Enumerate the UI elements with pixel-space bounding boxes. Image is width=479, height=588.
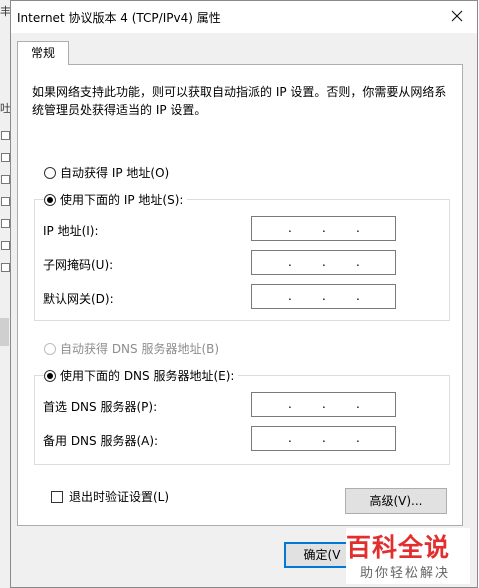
tcpip-properties-dialog: Internet 协议版本 4 (TCP/IPv4) 属性 常规 如果网络支持此… [10, 0, 478, 588]
dns-manual-option[interactable]: 使用下面的 DNS 服务器地址(E): [44, 367, 239, 384]
title-bar: Internet 协议版本 4 (TCP/IPv4) 属性 [11, 1, 477, 33]
ip-address-input[interactable]: . . . [251, 216, 396, 241]
ip-separator: . [356, 221, 360, 235]
ip-separator: . [356, 431, 360, 445]
ip-separator: . [288, 289, 292, 303]
background-checkbox [1, 219, 10, 228]
ip-separator: . [356, 255, 360, 269]
subnet-mask-input[interactable]: . . . [251, 250, 396, 275]
ip-separator: . [322, 397, 326, 411]
ip-auto-option[interactable]: 自动获得 IP 地址(O) [44, 164, 169, 181]
ip-separator: . [288, 221, 292, 235]
ip-separator: . [322, 221, 326, 235]
background-checkbox [1, 175, 10, 184]
ip-auto-radio[interactable] [44, 166, 56, 179]
dns-auto-option[interactable]: 自动获得 DNS 服务器地址(B) [44, 340, 219, 357]
ip-separator: . [322, 255, 326, 269]
dns-auto-radio[interactable] [44, 342, 56, 355]
preferred-dns-label: 首选 DNS 服务器(P): [43, 400, 158, 414]
description-text: 如果网络支持此功能，则可以获取自动指派的 IP 设置。否则，你需要从网络系统管理… [32, 85, 447, 117]
watermark-logo: 百科全说 [346, 533, 451, 562]
ip-separator: . [356, 397, 360, 411]
background-checkbox [1, 197, 10, 206]
ip-manual-radio[interactable] [44, 193, 56, 206]
validate-label: 退出时验证设置(L) [69, 490, 170, 504]
default-gateway-input[interactable]: . . . [251, 284, 396, 309]
validate-option[interactable]: 退出时验证设置(L) [51, 488, 169, 505]
background-checkbox [1, 131, 10, 140]
ip-separator: . [288, 255, 292, 269]
dns-manual-radio[interactable] [44, 369, 56, 382]
alternate-dns-input[interactable]: . . . [251, 426, 396, 451]
ip-auto-label: 自动获得 IP 地址(O) [60, 166, 170, 180]
ip-manual-label: 使用下面的 IP 地址(S): [60, 193, 184, 207]
background-checkbox [1, 241, 10, 250]
tab-general[interactable]: 常规 [17, 41, 69, 65]
preferred-dns-input[interactable]: . . . [251, 392, 396, 417]
watermark-subtitle: 助你轻松解决 [360, 566, 451, 581]
ip-separator: . [356, 289, 360, 303]
validate-checkbox[interactable] [51, 490, 63, 503]
ip-separator: . [288, 431, 292, 445]
background-selection [0, 318, 9, 346]
watermark: 百科全说 助你轻松解决 [346, 528, 470, 584]
dns-auto-label: 自动获得 DNS 服务器地址(B) [60, 342, 220, 356]
background-checkbox [1, 153, 10, 162]
ip-separator: . [322, 289, 326, 303]
general-panel: 如果网络支持此功能，则可以获取自动指派的 IP 设置。否则，你需要从网络系统管理… [17, 64, 463, 526]
ip-manual-option[interactable]: 使用下面的 IP 地址(S): [44, 191, 188, 208]
advanced-button[interactable]: 高级(V)... [345, 488, 447, 514]
dns-manual-group: 首选 DNS 服务器(P): . . . 备用 DNS 服务器(A): . . … [34, 375, 450, 465]
ip-separator: . [288, 397, 292, 411]
dns-manual-label: 使用下面的 DNS 服务器地址(E): [60, 369, 235, 383]
background-checkbox [1, 263, 10, 272]
window-title: Internet 协议版本 4 (TCP/IPv4) 属性 [17, 11, 221, 25]
alternate-dns-label: 备用 DNS 服务器(A): [43, 434, 159, 448]
subnet-mask-label: 子网掩码(U): [43, 258, 114, 272]
default-gateway-label: 默认网关(D): [43, 292, 114, 306]
ip-separator: . [322, 431, 326, 445]
ip-address-label: IP 地址(I): [43, 224, 99, 238]
ip-manual-group: IP 地址(I): . . . 子网掩码(U): . . . 默认网关(D): … [34, 199, 450, 321]
close-icon[interactable] [445, 5, 469, 27]
